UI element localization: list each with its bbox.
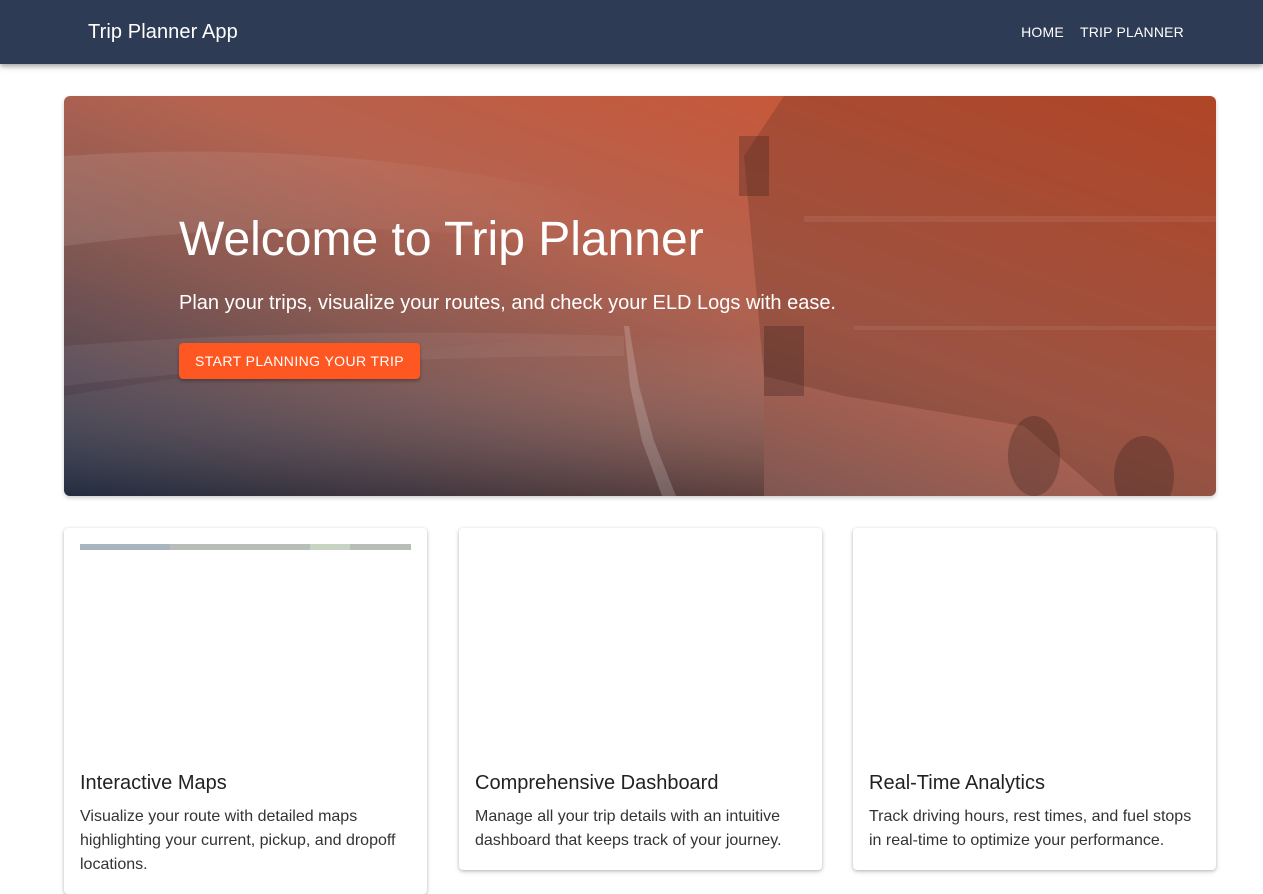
hero-subtitle: Plan your trips, visualize your routes, … [179, 292, 836, 314]
feature-description: Track driving hours, rest times, and fue… [869, 808, 1192, 849]
feature-title: Comprehensive Dashboard [475, 772, 719, 794]
feature-card-analytics: Real-Time Analytics Track driving hours,… [853, 528, 1216, 870]
app-bar: Trip Planner App HOME TRIP PLANNER [0, 0, 1263, 64]
hero-title: Welcome to Trip Planner [179, 213, 704, 266]
feature-description: Manage all your trip details with an int… [475, 808, 782, 849]
main-nav: HOME TRIP PLANNER [1021, 18, 1184, 46]
feature-description: Visualize your route with detailed maps … [80, 808, 396, 873]
feature-title: Real-Time Analytics [869, 772, 1045, 794]
hero-content: Welcome to Trip Planner Plan your trips,… [179, 208, 1079, 379]
nav-home-link[interactable]: HOME [1021, 18, 1064, 46]
nav-trip-planner-link[interactable]: TRIP PLANNER [1080, 18, 1184, 46]
start-planning-button[interactable]: START PLANNING YOUR TRIP [179, 343, 421, 379]
feature-card-interactive-maps: Interactive Maps Visualize your route wi… [64, 528, 427, 894]
app-title[interactable]: Trip Planner App [88, 19, 238, 45]
feature-title: Interactive Maps [80, 772, 227, 794]
map-image [80, 544, 411, 550]
feature-card-dashboard: Comprehensive Dashboard Manage all your … [459, 528, 822, 870]
hero-banner: Welcome to Trip Planner Plan your trips,… [64, 96, 1216, 496]
